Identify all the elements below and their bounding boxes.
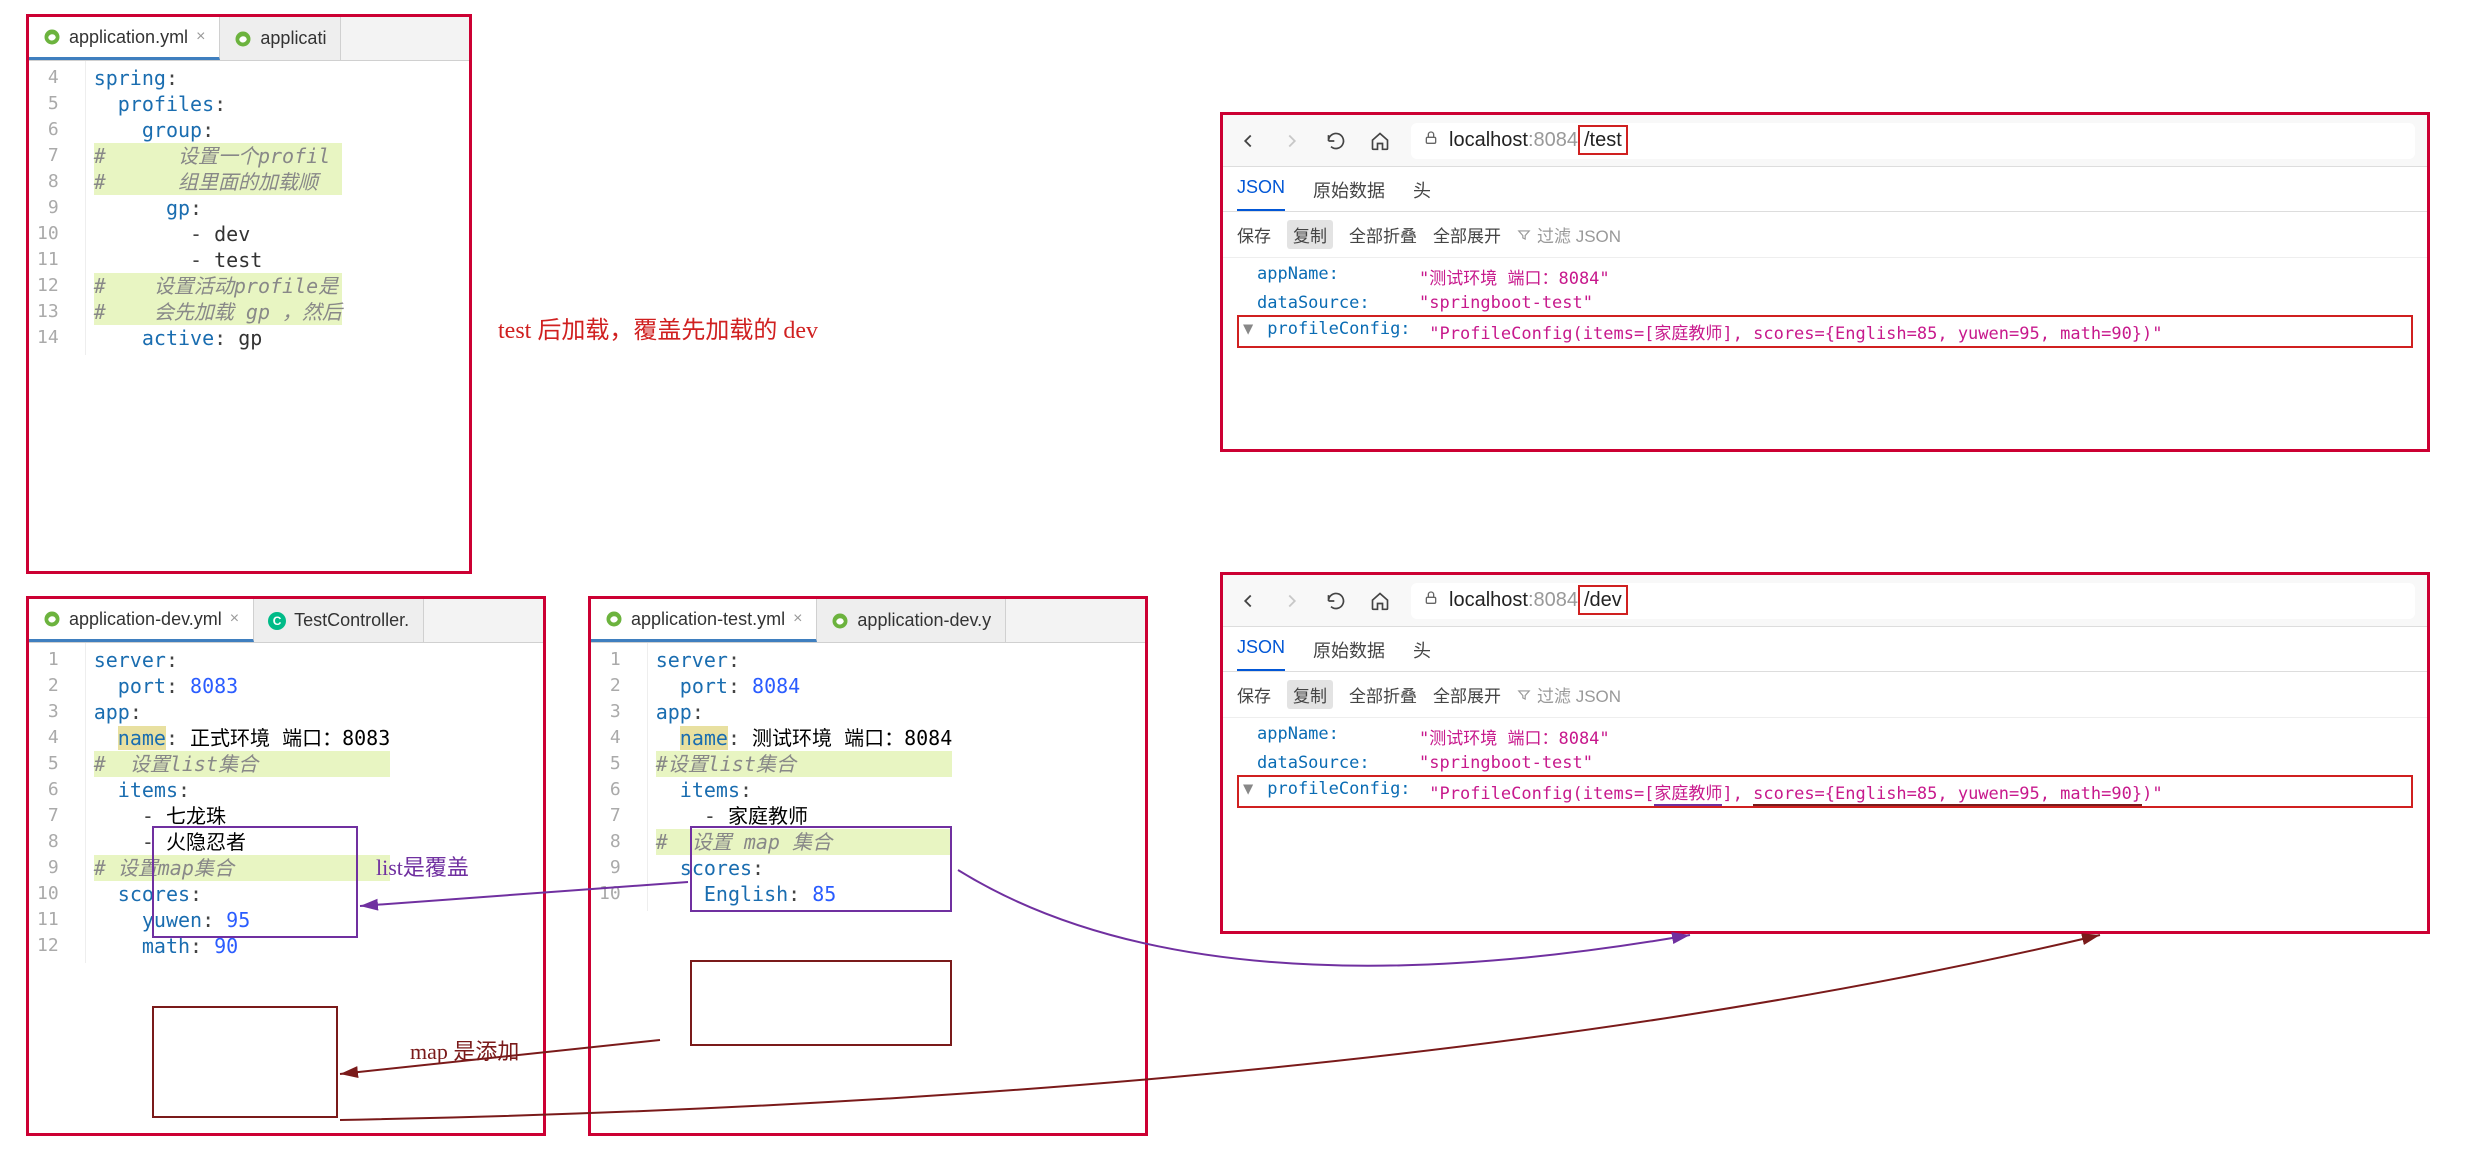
annot-map-add: map 是添加 xyxy=(410,1034,519,1066)
tabbar: application.yml × applicati xyxy=(29,17,469,61)
url-text: localhost:8084/test xyxy=(1449,129,1628,152)
btn-save[interactable]: 保存 xyxy=(1237,222,1271,247)
home-icon[interactable] xyxy=(1367,588,1393,614)
scores-darkred-box-test xyxy=(690,960,952,1046)
json-value: "ProfileConfig(items=[家庭教师], scores={Eng… xyxy=(1429,779,2162,804)
code-area[interactable]: 4567891011121314 spring: profiles: group… xyxy=(29,61,469,355)
code[interactable]: spring: profiles: group:# 设置一个profil# 组里… xyxy=(86,61,350,355)
btn-collapse[interactable]: 全部折叠 xyxy=(1349,222,1417,247)
url-bar[interactable]: localhost:8084/dev xyxy=(1411,583,2415,619)
nav-toolbar: localhost:8084/test xyxy=(1223,115,2427,167)
url-bar[interactable]: localhost:8084/test xyxy=(1411,123,2415,159)
json-value: "测试环境 端口：8084" xyxy=(1419,264,1610,289)
tab-head[interactable]: 头 xyxy=(1413,637,1431,671)
c-file-icon: C xyxy=(268,612,286,630)
tab-head[interactable]: 头 xyxy=(1413,177,1431,211)
spring-icon xyxy=(43,28,61,46)
json-body: appName: "测试环境 端口：8084" dataSource: "spr… xyxy=(1223,258,2427,358)
lock-icon xyxy=(1423,589,1439,612)
gutter: 12345678910 xyxy=(591,643,648,911)
tab-label: application.yml xyxy=(69,27,188,48)
tab-json[interactable]: JSON xyxy=(1237,637,1285,671)
url-text: localhost:8084/dev xyxy=(1449,589,1628,612)
spring-icon xyxy=(43,610,61,628)
tab-raw[interactable]: 原始数据 xyxy=(1313,637,1385,671)
annot-list-cover: list是覆盖 xyxy=(376,850,469,882)
browser-test: localhost:8084/test JSON 原始数据 头 保存 复制 全部… xyxy=(1220,112,2430,452)
json-row-profile: ▼ profileConfig: "ProfileConfig(items=[家… xyxy=(1237,315,2413,348)
gutter: 4567891011121314 xyxy=(29,61,86,355)
tab-label: TestController. xyxy=(294,610,409,631)
tab-application-test-yml[interactable]: application-test.yml × xyxy=(591,599,817,642)
tab-raw[interactable]: 原始数据 xyxy=(1313,177,1385,211)
json-key: profileConfig: xyxy=(1267,779,1417,804)
items-purple-box-dev xyxy=(152,826,358,938)
json-value: "ProfileConfig(items=[家庭教师], scores={Eng… xyxy=(1429,319,2162,344)
tabbar: application-test.yml × application-dev.y xyxy=(591,599,1145,643)
back-icon[interactable] xyxy=(1235,128,1261,154)
browser-dev: localhost:8084/dev JSON 原始数据 头 保存 复制 全部折… xyxy=(1220,572,2430,934)
json-row: appName: "测试环境 端口：8084" xyxy=(1237,722,2413,751)
tab-application-dev-y[interactable]: application-dev.y xyxy=(817,599,1006,642)
spring-icon xyxy=(234,30,252,48)
tabbar: application-dev.yml × C TestController. xyxy=(29,599,543,643)
response-tabs: JSON 原始数据 头 xyxy=(1223,167,2427,212)
home-icon[interactable] xyxy=(1367,128,1393,154)
json-key: appName: xyxy=(1257,724,1407,749)
json-row-profile: ▼ profileConfig: "ProfileConfig(items=[家… xyxy=(1237,775,2413,808)
tab-label: applicati xyxy=(260,28,326,49)
spring-icon xyxy=(831,612,849,630)
json-row: dataSource: "springboot-test" xyxy=(1237,751,2413,775)
spring-icon xyxy=(605,610,623,628)
tab-testcontroller[interactable]: C TestController. xyxy=(254,599,424,642)
json-toolbar: 保存 复制 全部折叠 全部展开 过滤 JSON xyxy=(1223,672,2427,718)
items-purple-box-test xyxy=(690,826,952,912)
reload-icon[interactable] xyxy=(1323,128,1349,154)
forward-icon[interactable] xyxy=(1279,128,1305,154)
filter-json[interactable]: 过滤 JSON xyxy=(1517,682,1621,707)
nav-toolbar: localhost:8084/dev xyxy=(1223,575,2427,627)
filter-json[interactable]: 过滤 JSON xyxy=(1517,222,1621,247)
back-icon[interactable] xyxy=(1235,588,1261,614)
response-tabs: JSON 原始数据 头 xyxy=(1223,627,2427,672)
forward-icon[interactable] xyxy=(1279,588,1305,614)
editor-app-yml: application.yml × applicati 456789101112… xyxy=(26,14,472,574)
json-key: profileConfig: xyxy=(1267,319,1417,344)
btn-copy[interactable]: 复制 xyxy=(1287,220,1333,249)
caret-icon[interactable]: ▼ xyxy=(1243,779,1253,804)
json-value: "springboot-test" xyxy=(1419,753,1593,773)
lock-icon xyxy=(1423,129,1439,152)
btn-expand[interactable]: 全部展开 xyxy=(1433,682,1501,707)
gutter: 123456789101112 xyxy=(29,643,86,963)
tab-label: application-test.yml xyxy=(631,609,785,630)
json-value: "测试环境 端口：8084" xyxy=(1419,724,1610,749)
close-icon[interactable]: × xyxy=(793,610,802,628)
close-icon[interactable]: × xyxy=(196,28,205,46)
json-row: appName: "测试环境 端口：8084" xyxy=(1237,262,2413,291)
tab-label: application-dev.yml xyxy=(69,609,222,630)
tab-json[interactable]: JSON xyxy=(1237,177,1285,211)
json-toolbar: 保存 复制 全部折叠 全部展开 过滤 JSON xyxy=(1223,212,2427,258)
json-key: dataSource: xyxy=(1257,293,1407,313)
json-value: "springboot-test" xyxy=(1419,293,1593,313)
caret-icon[interactable]: ▼ xyxy=(1243,319,1253,344)
tab-label: application-dev.y xyxy=(857,610,991,631)
json-body: appName: "测试环境 端口：8084" dataSource: "spr… xyxy=(1223,718,2427,818)
btn-collapse[interactable]: 全部折叠 xyxy=(1349,682,1417,707)
annot-test-override: test 后加载，覆盖先加载的 dev xyxy=(498,310,818,345)
scores-darkred-box-dev xyxy=(152,1006,338,1118)
close-icon[interactable]: × xyxy=(230,610,239,628)
tab-application-dev-yml[interactable]: application-dev.yml × xyxy=(29,599,254,642)
tab-application-yml[interactable]: application.yml × xyxy=(29,17,220,60)
json-key: appName: xyxy=(1257,264,1407,289)
json-key: dataSource: xyxy=(1257,753,1407,773)
json-row: dataSource: "springboot-test" xyxy=(1237,291,2413,315)
btn-save[interactable]: 保存 xyxy=(1237,682,1271,707)
btn-expand[interactable]: 全部展开 xyxy=(1433,222,1501,247)
btn-copy[interactable]: 复制 xyxy=(1287,680,1333,709)
tab-applicati[interactable]: applicati xyxy=(220,17,341,60)
reload-icon[interactable] xyxy=(1323,588,1349,614)
